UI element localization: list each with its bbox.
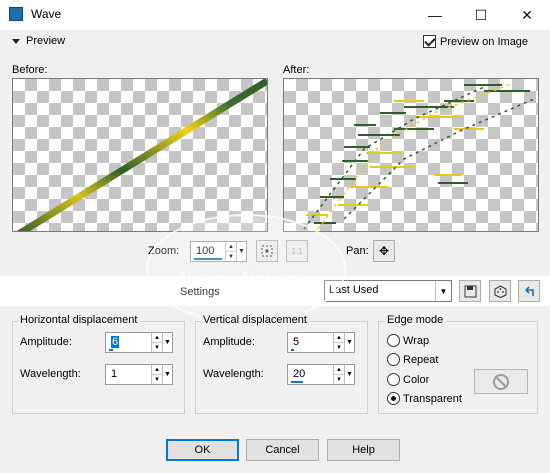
- dropdown-arrow-icon[interactable]: ▼: [162, 365, 172, 384]
- horizontal-amplitude-label: Amplitude:: [20, 336, 72, 348]
- edge-mode-option-transparent[interactable]: Transparent: [387, 392, 462, 405]
- horizontal-wavelength-value[interactable]: 1: [111, 368, 117, 380]
- dropdown-arrow-icon[interactable]: ▼: [344, 365, 354, 384]
- no-color-icon: [493, 373, 509, 390]
- help-button[interactable]: Help: [327, 439, 400, 461]
- save-preset-button[interactable]: [459, 280, 481, 302]
- vertical-wavelength-label: Wavelength:: [203, 368, 264, 380]
- after-label: After:: [283, 64, 310, 76]
- before-label: Before:: [12, 64, 48, 76]
- minimize-button[interactable]: —: [412, 0, 458, 30]
- chevron-down-icon: ▼: [435, 281, 451, 301]
- amplitude-level-bar: [291, 349, 294, 351]
- minimize-icon: —: [428, 7, 442, 23]
- edge-mode-wrap-label: Wrap: [403, 334, 430, 347]
- cancel-button-label: Cancel: [265, 444, 300, 456]
- collapse-triangle-icon: [12, 38, 20, 44]
- vertical-displacement-title: Vertical displacement: [200, 314, 310, 326]
- pan-button[interactable]: ✥: [373, 240, 395, 262]
- horizontal-wavelength-label: Wavelength:: [20, 368, 81, 380]
- preview-toggle-label: Preview: [26, 35, 66, 47]
- vertical-amplitude-value[interactable]: 5: [293, 336, 299, 348]
- horizontal-amplitude-value[interactable]: 6: [111, 336, 120, 348]
- close-button[interactable]: ✕: [504, 0, 550, 30]
- before-preview-pane[interactable]: [12, 78, 268, 232]
- dropdown-arrow-icon[interactable]: ▼: [162, 333, 172, 352]
- ok-button[interactable]: OK: [166, 439, 239, 461]
- spin-down-icon[interactable]: ▼: [334, 374, 344, 384]
- maximize-icon: ☐: [474, 6, 488, 23]
- vertical-wavelength-spinner[interactable]: 20 ▲ ▼ ▼: [287, 364, 355, 385]
- vertical-wavelength-value[interactable]: 20: [293, 368, 305, 380]
- randomize-button[interactable]: [489, 280, 511, 302]
- watermark-text: Neusa Novaes: [178, 268, 307, 287]
- spin-up-icon[interactable]: ▲: [334, 333, 344, 342]
- radio-unselected-icon: [387, 334, 400, 347]
- checkbox-checked-icon: [423, 35, 436, 48]
- cancel-button[interactable]: Cancel: [246, 439, 319, 461]
- wavelength-level-bar: [291, 381, 303, 383]
- horizontal-amplitude-spinner[interactable]: 6 ▲ ▼ ▼: [105, 332, 173, 353]
- undo-arrow-icon: [524, 285, 534, 296]
- save-floppy-icon: [464, 285, 476, 297]
- horizontal-displacement-title: Horizontal displacement: [17, 314, 141, 326]
- spin-up-icon[interactable]: ▲: [152, 365, 162, 374]
- reset-button[interactable]: [518, 280, 540, 302]
- edge-mode-option-wrap[interactable]: Wrap: [387, 334, 429, 347]
- preview-toggle[interactable]: Preview: [12, 35, 65, 47]
- vertical-amplitude-label: Amplitude:: [203, 336, 255, 348]
- radio-unselected-icon: [387, 353, 400, 366]
- dice-icon: [494, 284, 506, 298]
- edge-color-swatch[interactable]: [474, 369, 528, 394]
- edge-mode-repeat-label: Repeat: [403, 353, 439, 366]
- ok-button-label: OK: [194, 444, 211, 456]
- vertical-amplitude-spinner[interactable]: 5 ▲ ▼ ▼: [287, 332, 355, 353]
- app-icon: [9, 7, 23, 21]
- radio-unselected-icon: [387, 373, 400, 386]
- pan-label: Pan:: [346, 245, 369, 257]
- move-arrows-icon: ✥: [378, 244, 390, 258]
- spin-down-icon[interactable]: ▼: [334, 342, 344, 352]
- horizontal-wavelength-spinner[interactable]: 1 ▲ ▼ ▼: [105, 364, 173, 385]
- before-stroke-graphic: [16, 79, 267, 231]
- edge-mode-option-repeat[interactable]: Repeat: [387, 353, 438, 366]
- spin-up-icon[interactable]: ▲: [334, 365, 344, 374]
- edge-mode-color-label: Color: [403, 373, 430, 386]
- dropdown-arrow-icon[interactable]: ▼: [344, 333, 354, 352]
- help-button-label: Help: [352, 444, 375, 456]
- close-icon: ✕: [521, 6, 533, 23]
- radio-selected-icon: [387, 392, 400, 405]
- preset-combobox[interactable]: Last Used ▼: [324, 280, 452, 302]
- spin-up-icon[interactable]: ▲: [152, 333, 162, 342]
- maximize-button[interactable]: ☐: [458, 0, 504, 30]
- spin-down-icon[interactable]: ▼: [152, 374, 162, 384]
- edge-mode-title: Edge mode: [384, 314, 447, 326]
- edge-mode-option-color[interactable]: Color: [387, 373, 429, 386]
- preview-on-image-label: Preview on Image: [440, 35, 529, 48]
- after-wave-graphic: [303, 82, 535, 230]
- spin-down-icon[interactable]: ▼: [152, 342, 162, 352]
- window-title: Wave: [31, 7, 62, 21]
- after-preview-pane[interactable]: [283, 78, 539, 232]
- preview-on-image-checkbox[interactable]: Preview on Image: [423, 35, 528, 48]
- edge-mode-transparent-label: Transparent: [403, 392, 462, 405]
- amplitude-level-bar: [109, 349, 113, 351]
